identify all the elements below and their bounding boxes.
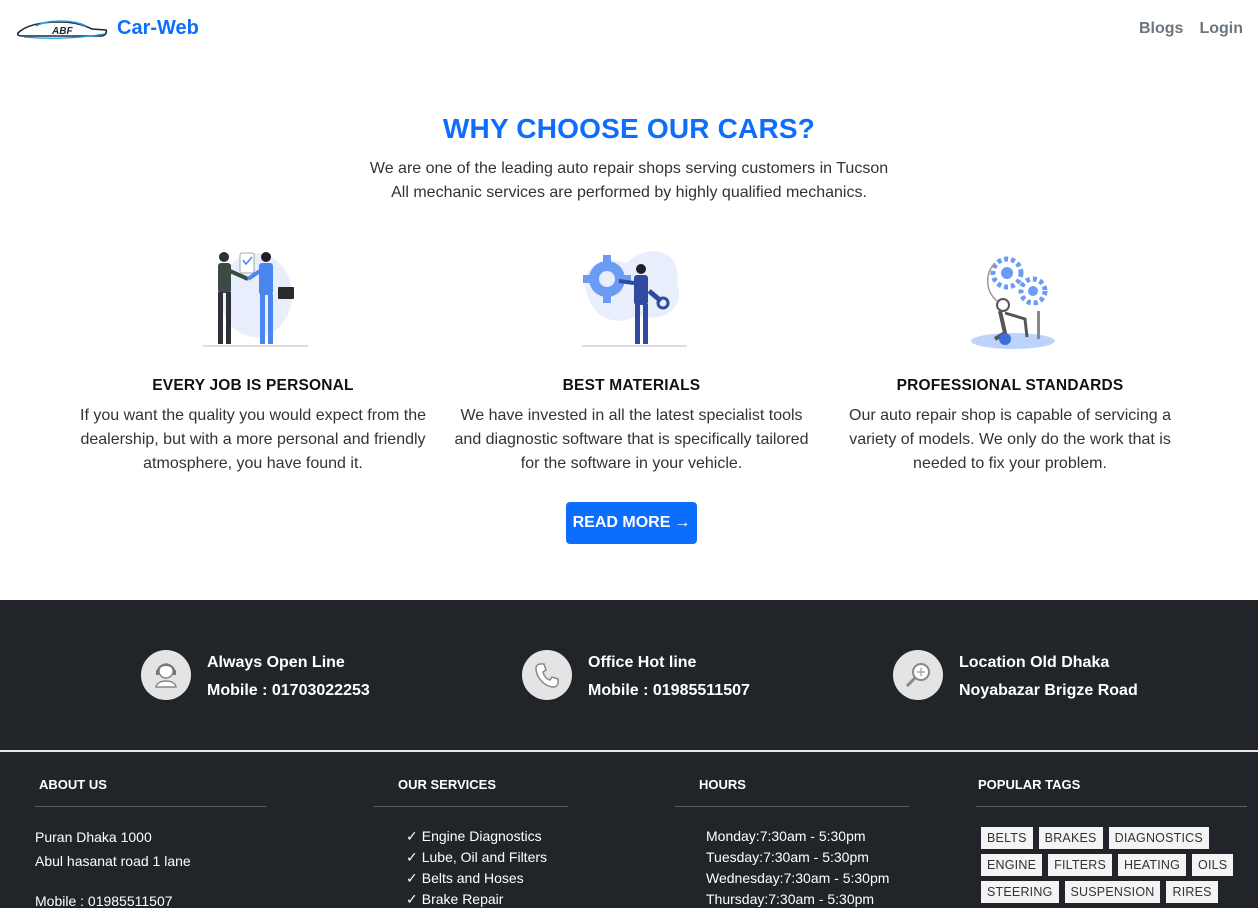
check-icon: ✓ [406, 870, 418, 886]
check-icon: ✓ [406, 891, 418, 907]
list-item[interactable]: ✓ Brake Repair [406, 889, 547, 908]
section-title: WHY CHOOSE OUR CARS? [442, 113, 816, 144]
subtitle-line-1: We are one of the leading auto repair sh… [369, 160, 889, 177]
tag-suspension[interactable]: SUSPENSION [1064, 881, 1161, 903]
nav-blogs-link[interactable]: Blogs [1139, 20, 1183, 38]
feature-title: PROFESSIONAL STANDARDS [896, 377, 1124, 394]
contact-title: Location Old Dhaka [959, 654, 1110, 671]
section-subtitle: We are one of the leading auto repair sh… [0, 157, 1258, 205]
tag-heating[interactable]: HEATING [1118, 854, 1187, 876]
contact-open-line: Always Open Line Mobile : 01703022253 [141, 649, 370, 705]
mechanic-gear-illustration-icon [581, 251, 687, 347]
about-address-line: Puran Dhaka 1000 [35, 829, 152, 845]
brand-name: Car-Web [117, 17, 199, 39]
navbar: ABF Car-Web Blogs Login [0, 0, 1258, 60]
services-title: OUR SERVICES [398, 777, 497, 792]
contact-detail: Mobile : 01985511507 [588, 682, 750, 699]
feature-standards: PROFESSIONAL STANDARDS Our auto repair s… [840, 243, 1180, 476]
subtitle-line-2: All mechanic services are performed by h… [391, 184, 867, 201]
location-search-icon [893, 650, 943, 700]
tag-diagnostics[interactable]: DIAGNOSTICS [1108, 827, 1209, 849]
check-icon: ✓ [406, 828, 418, 844]
contact-title: Always Open Line [207, 654, 345, 671]
brand-link[interactable]: ABF Car-Web [16, 14, 199, 42]
tag-rires[interactable]: RIRES [1166, 881, 1218, 903]
feature-text: Our auto repair shop is capable of servi… [849, 407, 1171, 472]
tag-brakes[interactable]: BRAKES [1038, 827, 1103, 849]
handshake-illustration-icon [203, 252, 308, 347]
contact-hot-line: Office Hot line Mobile : 01985511507 [522, 649, 750, 705]
contact-location: Location Old Dhaka Noyabazar Brigze Road [893, 649, 1138, 705]
headset-icon [141, 650, 191, 700]
list-item[interactable]: ✓ Engine Diagnostics [406, 826, 547, 847]
list-item[interactable]: ✓ Belts and Hoses [406, 868, 547, 889]
gears-illustration-icon [971, 256, 1055, 349]
hours-list: Monday:7:30am - 5:30pm Tuesday:7:30am - … [706, 826, 889, 908]
contact-title: Office Hot line [588, 654, 697, 671]
car-logo-icon: ABF [16, 20, 108, 39]
arrow-right-icon: → [674, 514, 691, 531]
tag-steering[interactable]: STEERING [981, 881, 1059, 903]
feature-text: If you want the quality you would expect… [80, 407, 426, 472]
read-more-label: READ MORE [572, 514, 671, 531]
about-underline [35, 806, 266, 807]
footer-divider [0, 750, 1258, 752]
read-more-button[interactable]: READ MORE → [566, 502, 697, 544]
feature-title: EVERY JOB IS PERSONAL [152, 377, 354, 394]
list-item: Monday:7:30am - 5:30pm [706, 828, 866, 844]
phone-icon [522, 650, 572, 700]
feature-personal: EVERY JOB IS PERSONAL If you want the qu… [72, 243, 434, 476]
contact-detail: Mobile : 01703022253 [207, 682, 370, 699]
check-icon: ✓ [406, 849, 418, 865]
list-item: Wednesday:7:30am - 5:30pm [706, 870, 890, 886]
nav-links: Blogs Login [1139, 20, 1243, 38]
list-item: Tuesday:7:30am - 5:30pm [706, 849, 869, 865]
services-underline [374, 806, 568, 807]
svg-text:ABF: ABF [51, 26, 73, 37]
nav-login-link[interactable]: Login [1199, 20, 1243, 38]
hours-underline [675, 806, 909, 807]
contact-detail: Noyabazar Brigze Road [959, 682, 1138, 699]
about-title: ABOUT US [39, 777, 107, 792]
feature-materials: BEST MATERIALS We have invested in all t… [450, 243, 813, 476]
list-item: Thursday:7:30am - 5:30pm [706, 891, 875, 907]
about-address-line: Abul hasanat road 1 lane [35, 853, 191, 869]
about-mobile: Mobile : 01985511507 [35, 893, 173, 908]
list-item[interactable]: ✓ Lube, Oil and Filters [406, 847, 547, 868]
tags-title: POPULAR TAGS [978, 777, 1081, 792]
tags-underline [976, 806, 1247, 807]
tag-engine[interactable]: ENGINE [981, 854, 1043, 876]
services-list: ✓ Engine Diagnostics ✓ Lube, Oil and Filte… [406, 826, 547, 908]
tag-belts[interactable]: BELTS [981, 827, 1033, 849]
tag-oils[interactable]: OILS [1192, 854, 1234, 876]
feature-title: BEST MATERIALS [562, 377, 701, 394]
feature-text: We have invested in all the latest speci… [454, 407, 809, 472]
tag-filters[interactable]: FILTERS [1048, 854, 1112, 876]
hours-title: HOURS [699, 777, 746, 792]
tags-cloud: BELTS BRAKES DIAGNOSTICS ENGINE FILTERS … [981, 827, 1234, 908]
